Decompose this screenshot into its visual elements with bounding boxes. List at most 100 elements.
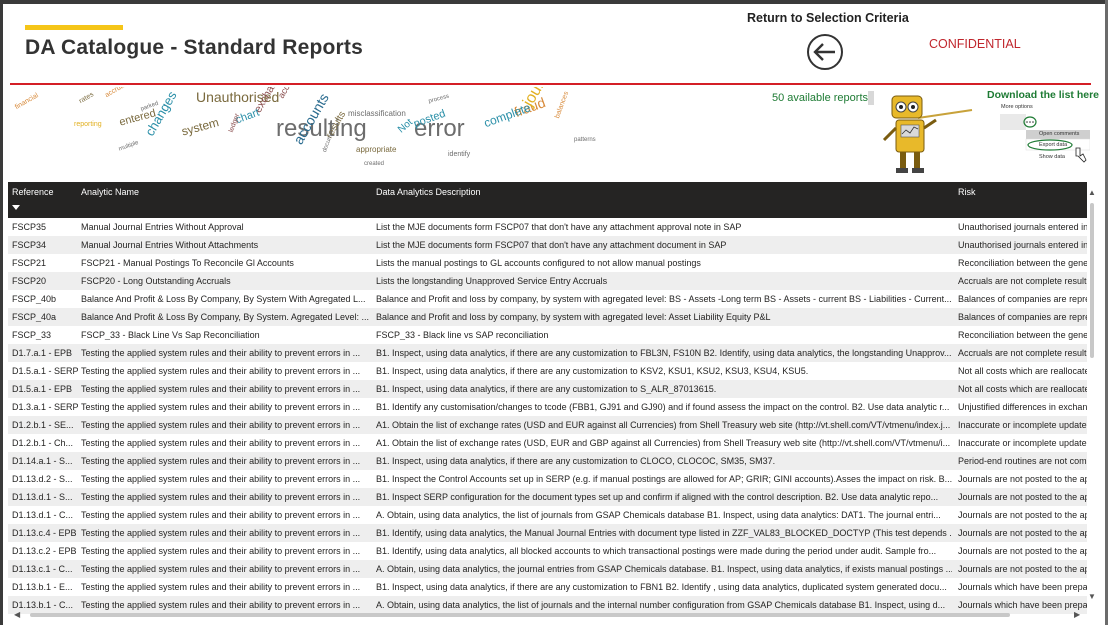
cell-reference: D1.13.d.1 - C... <box>12 510 74 520</box>
cell-description: B1. Inspect, using data analytics, if th… <box>376 366 809 376</box>
word-cloud-term: patterns <box>574 137 596 143</box>
table-row[interactable]: D1.13.c.1 - C... Testing the applied syst… <box>8 560 1087 578</box>
column-header-reference[interactable]: Reference <box>12 187 54 197</box>
cell-analytic-name: Testing the applied system rules and the… <box>81 528 361 538</box>
cell-risk: Inaccurate or incomplete update <box>958 438 1087 448</box>
cell-risk: Journals are not posted to the ap <box>958 492 1087 502</box>
table-header: Reference Analytic Name Data Analytics D… <box>8 182 1087 218</box>
cell-description: B1. Identify, using data analytics, all … <box>376 546 937 556</box>
table-row[interactable]: FSCP21 FSCP21 - Manual Postings To Reconc… <box>8 254 1087 272</box>
cell-description: B1. Inspect, using data analytics, if th… <box>376 384 717 394</box>
table-row[interactable]: D1.13.c.4 - EPB Testing the applied syste… <box>8 524 1087 542</box>
return-to-selection-label[interactable]: Return to Selection Criteria <box>747 11 909 25</box>
cell-risk: Unauthorised journals entered in <box>958 222 1087 232</box>
table-row[interactable]: FSCP35 Manual Journal Entries Without App… <box>8 218 1087 236</box>
table-row[interactable]: FSCP_33 FSCP_33 - Black Line Vs Sap Recon… <box>8 326 1087 344</box>
sort-descending-icon[interactable] <box>12 205 20 210</box>
column-header-analytic-name[interactable]: Analytic Name <box>81 187 139 197</box>
back-arrow-button[interactable] <box>806 33 844 71</box>
cell-analytic-name: Testing the applied system rules and the… <box>81 474 361 484</box>
cell-risk: Journals are not posted to the ap <box>958 564 1087 574</box>
cell-reference: FSCP21 <box>12 258 47 268</box>
available-reports-count: 50 available reports <box>772 92 869 104</box>
cell-analytic-name: Testing the applied system rules and the… <box>81 402 361 412</box>
table-row[interactable]: FSCP20 FSCP20 - Long Outstanding Accruals… <box>8 272 1087 290</box>
cell-description: A1. Obtain the list of exchange rates (U… <box>376 420 951 430</box>
cell-reference: FSCP35 <box>12 222 47 232</box>
table-row[interactable]: FSCP_40a Balance And Profit & Loss By Com… <box>8 308 1087 326</box>
cell-description: B1. Inspect, using data analytics, if th… <box>376 348 952 358</box>
table-row[interactable]: D1.13.b.1 - E... Testing the applied syst… <box>8 578 1087 596</box>
back-arrow-icon <box>807 34 843 70</box>
cell-reference: D1.13.c.4 - EPB <box>12 528 77 538</box>
export-data-option: Export data <box>1039 142 1068 148</box>
vertical-scroll-thumb[interactable] <box>1090 203 1094 358</box>
cell-reference: D1.13.d.1 - S... <box>12 492 73 502</box>
table-row[interactable]: D1.13.d.2 - S... Testing the applied syst… <box>8 470 1087 488</box>
horizontal-scrollbar[interactable]: ◀ ▶ <box>8 610 1087 620</box>
table-row[interactable]: D1.14.a.1 - S... Testing the applied syst… <box>8 452 1087 470</box>
cell-analytic-name: Testing the applied system rules and the… <box>81 582 361 592</box>
cell-analytic-name: Testing the applied system rules and the… <box>81 348 361 358</box>
column-header-risk[interactable]: Risk <box>958 187 976 197</box>
cell-reference: D1.13.d.2 - S... <box>12 474 73 484</box>
cell-reference: D1.13.b.1 - C... <box>12 600 74 610</box>
scroll-right-icon[interactable]: ▶ <box>1074 611 1080 619</box>
cell-description: B1. Inspect, using data analytics, if th… <box>376 582 947 592</box>
word-cloud-term: appropriate <box>356 145 397 154</box>
cell-analytic-name: Manual Journal Entries Without Approval <box>81 222 244 232</box>
cell-analytic-name: Testing the applied system rules and the… <box>81 420 361 430</box>
scroll-left-icon[interactable]: ◀ <box>14 611 20 619</box>
horizontal-scroll-thumb[interactable] <box>30 613 1010 617</box>
cell-reference: FSCP_40b <box>12 294 57 304</box>
window-frame-left <box>0 0 3 625</box>
cell-description: A. Obtain, using data analytics, the lis… <box>376 600 946 610</box>
cell-description: Lists the longstanding Unapproved Servic… <box>376 276 608 286</box>
scroll-down-icon[interactable]: ▼ <box>1088 593 1096 601</box>
header-divider <box>10 83 1091 85</box>
word-cloud-term: accruals <box>104 87 131 100</box>
cell-description: A. Obtain, using data analytics, the lis… <box>376 510 941 520</box>
cell-analytic-name: Testing the applied system rules and the… <box>81 546 361 556</box>
cell-analytic-name: Manual Journal Entries Without Attachmen… <box>81 240 259 250</box>
word-cloud-term: reporting <box>74 121 102 128</box>
cell-reference: FSCP34 <box>12 240 47 250</box>
word-cloud-term: system <box>180 115 221 139</box>
table-row[interactable]: D1.13.d.1 - S... Testing the applied syst… <box>8 488 1087 506</box>
cell-reference: D1.14.a.1 - S... <box>12 456 73 466</box>
table-row[interactable]: D1.5.a.1 - EPB Testing the applied system… <box>8 380 1087 398</box>
table-row[interactable]: FSCP34 Manual Journal Entries Without Att… <box>8 236 1087 254</box>
show-data-option: Show data <box>1039 154 1065 160</box>
table-row[interactable]: D1.2.b.1 - SE... Testing the applied syst… <box>8 416 1087 434</box>
word-cloud-term: process <box>428 93 450 105</box>
cell-analytic-name: FSCP20 - Long Outstanding Accruals <box>81 276 231 286</box>
cell-risk: Not all costs which are reallocate <box>958 366 1087 376</box>
vertical-scrollbar[interactable]: ▲ ▼ <box>1087 185 1097 605</box>
cell-reference: D1.13.c.1 - C... <box>12 564 73 574</box>
cell-description: FSCP_33 - Black line vs SAP reconciliati… <box>376 330 549 340</box>
word-cloud-term: rates <box>78 91 95 106</box>
table-row[interactable]: D1.13.d.1 - C... Testing the applied syst… <box>8 506 1087 524</box>
download-instructions-image: More options Open comments Export data S… <box>998 100 1090 172</box>
table-row[interactable]: D1.7.a.1 - EPB Testing the applied system… <box>8 344 1087 362</box>
cell-reference: FSCP_33 <box>12 330 52 340</box>
word-cloud-term: complete <box>482 100 533 131</box>
cell-description: A1. Obtain the list of exchange rates (U… <box>376 438 951 448</box>
cell-risk: Not all costs which are reallocate <box>958 384 1087 394</box>
cell-reference: FSCP_40a <box>12 312 57 322</box>
word-cloud-term: misclassification <box>348 109 406 118</box>
cell-analytic-name: Testing the applied system rules and the… <box>81 600 361 610</box>
table-row[interactable]: D1.3.a.1 - SERP Testing the applied syste… <box>8 398 1087 416</box>
word-cloud: Unauthorisedresultingerrorfraudjournalsc… <box>14 87 604 180</box>
column-header-description[interactable]: Data Analytics Description <box>376 187 481 197</box>
scroll-up-icon[interactable]: ▲ <box>1088 189 1096 197</box>
cell-risk: Unauthorised journals entered in <box>958 240 1087 250</box>
table-row[interactable]: D1.2.b.1 - Ch... Testing the applied syst… <box>8 434 1087 452</box>
table-row[interactable]: FSCP_40b Balance And Profit & Loss By Com… <box>8 290 1087 308</box>
cell-analytic-name: Testing the applied system rules and the… <box>81 384 361 394</box>
cell-description: List the MJE documents form FSCP07 that … <box>376 222 742 232</box>
table-row[interactable]: D1.13.c.2 - EPB Testing the applied syste… <box>8 542 1087 560</box>
cell-description: B1. Identify, using data analytics, the … <box>376 528 952 538</box>
cell-reference: D1.5.a.1 - EPB <box>12 384 73 394</box>
table-row[interactable]: D1.5.a.1 - SERP Testing the applied syste… <box>8 362 1087 380</box>
